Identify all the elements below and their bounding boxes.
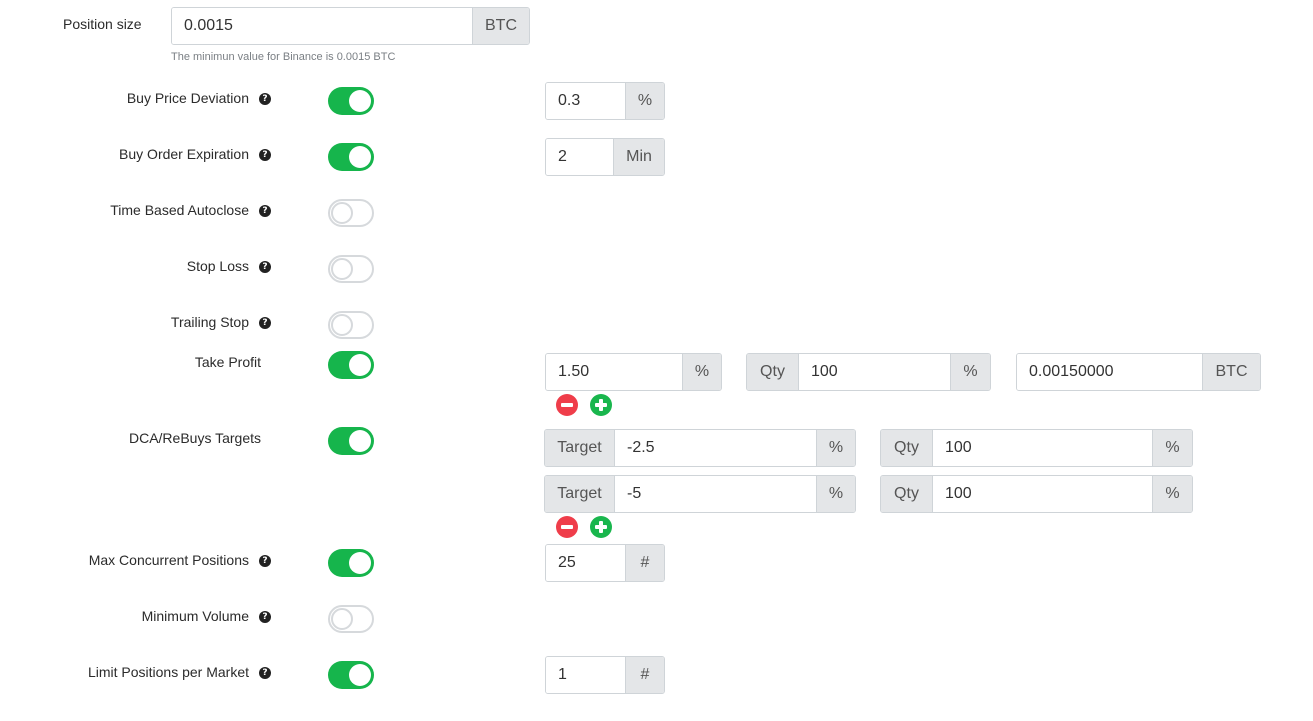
dca-target-input-2[interactable] [615, 476, 816, 512]
buy-price-deviation-input[interactable] [546, 83, 625, 119]
minus-bar [561, 403, 573, 407]
time-based-autoclose-toggle[interactable] [328, 199, 374, 227]
limit-positions-per-market-unit: # [625, 657, 664, 693]
minimum-volume-label: Minimum Volume [141, 608, 249, 624]
limit-positions-per-market-toggle[interactable] [328, 661, 374, 689]
dca-qty-input-1[interactable] [933, 430, 1152, 466]
dca-target-unit-1: % [816, 430, 855, 466]
dca-qty-label-2: Qty [881, 476, 933, 512]
question-circle-icon[interactable]: ? [259, 261, 271, 273]
plus-bar-v [599, 521, 603, 533]
dca-target-label-1: Target [545, 430, 615, 466]
toggle-knob [349, 90, 371, 112]
buy-price-deviation-unit: % [625, 83, 664, 119]
position-size-group: BTC [171, 7, 530, 45]
take-profit-label: Take Profit [194, 354, 261, 370]
toggle-knob [349, 664, 371, 686]
minimum-volume-toggle[interactable] [328, 605, 374, 633]
question-circle-icon[interactable]: ? [259, 317, 271, 329]
take-profit-amount-input[interactable] [1017, 354, 1202, 390]
minus-circle-icon[interactable] [556, 516, 578, 538]
dca-toggle[interactable] [328, 427, 374, 455]
minus-bar [561, 525, 573, 529]
toggle-knob [331, 608, 353, 630]
take-profit-qty-unit: % [950, 354, 990, 390]
toggle-knob [349, 430, 371, 452]
dca-target-input-1[interactable] [615, 430, 816, 466]
dca-label: DCA/ReBuys Targets [128, 430, 261, 446]
buy-price-deviation-group: % [545, 82, 665, 120]
toggle-knob [331, 258, 353, 280]
buy-price-deviation-toggle[interactable] [328, 87, 374, 115]
dca-target-label-2: Target [545, 476, 615, 512]
stop-loss-toggle[interactable] [328, 255, 374, 283]
take-profit-percent-group: % [545, 353, 722, 391]
plus-bar-v [599, 399, 603, 411]
stop-loss-label: Stop Loss [186, 258, 249, 274]
buy-price-deviation-label: Buy Price Deviation [126, 90, 249, 106]
toggle-knob [349, 354, 371, 376]
question-circle-icon[interactable]: ? [259, 205, 271, 217]
buy-order-expiration-group: Min [545, 138, 665, 176]
buy-order-expiration-unit: Min [613, 139, 664, 175]
question-circle-icon[interactable]: ? [259, 555, 271, 567]
minus-circle-icon[interactable] [556, 394, 578, 416]
dca-target-group-1: Target % [544, 429, 856, 467]
position-size-input[interactable] [172, 8, 472, 44]
question-circle-icon[interactable]: ? [259, 667, 271, 679]
question-circle-icon[interactable]: ? [259, 149, 271, 161]
toggle-knob [331, 202, 353, 224]
limit-positions-per-market-input[interactable] [546, 657, 625, 693]
position-size-unit: BTC [472, 8, 529, 44]
max-concurrent-positions-group: # [545, 544, 665, 582]
buy-order-expiration-label: Buy Order Expiration [119, 146, 249, 162]
dca-qty-group-2: Qty % [880, 475, 1193, 513]
dca-qty-group-1: Qty % [880, 429, 1193, 467]
dca-target-unit-2: % [816, 476, 855, 512]
take-profit-amount-unit: BTC [1202, 354, 1260, 390]
position-size-hint: The minimun value for Binance is 0.0015 … [171, 51, 396, 63]
trailing-stop-toggle[interactable] [328, 311, 374, 339]
toggle-knob [349, 552, 371, 574]
max-concurrent-positions-label: Max Concurrent Positions [88, 552, 249, 568]
question-circle-icon[interactable]: ? [259, 611, 271, 623]
plus-circle-icon[interactable] [590, 394, 612, 416]
buy-order-expiration-toggle[interactable] [328, 143, 374, 171]
take-profit-percent-input[interactable] [546, 354, 682, 390]
question-circle-icon[interactable]: ? [259, 93, 271, 105]
dca-qty-unit-2: % [1152, 476, 1192, 512]
take-profit-qty-group: Qty % [746, 353, 991, 391]
trailing-stop-label: Trailing Stop [170, 314, 249, 330]
buy-order-expiration-input[interactable] [546, 139, 613, 175]
take-profit-qty-label: Qty [747, 354, 799, 390]
dca-qty-input-2[interactable] [933, 476, 1152, 512]
dca-qty-unit-1: % [1152, 430, 1192, 466]
limit-positions-per-market-label: Limit Positions per Market [87, 664, 249, 680]
toggle-knob [349, 146, 371, 168]
max-concurrent-positions-toggle[interactable] [328, 549, 374, 577]
toggle-knob [331, 314, 353, 336]
dca-target-group-2: Target % [544, 475, 856, 513]
limit-positions-per-market-group: # [545, 656, 665, 694]
dca-qty-label-1: Qty [881, 430, 933, 466]
take-profit-toggle[interactable] [328, 351, 374, 379]
take-profit-qty-input[interactable] [799, 354, 950, 390]
max-concurrent-positions-input[interactable] [546, 545, 625, 581]
max-concurrent-positions-unit: # [625, 545, 664, 581]
time-based-autoclose-label: Time Based Autoclose [110, 202, 249, 218]
take-profit-amount-group: BTC [1016, 353, 1261, 391]
position-size-label: Position size [63, 16, 142, 32]
plus-circle-icon[interactable] [590, 516, 612, 538]
take-profit-percent-unit: % [682, 354, 721, 390]
